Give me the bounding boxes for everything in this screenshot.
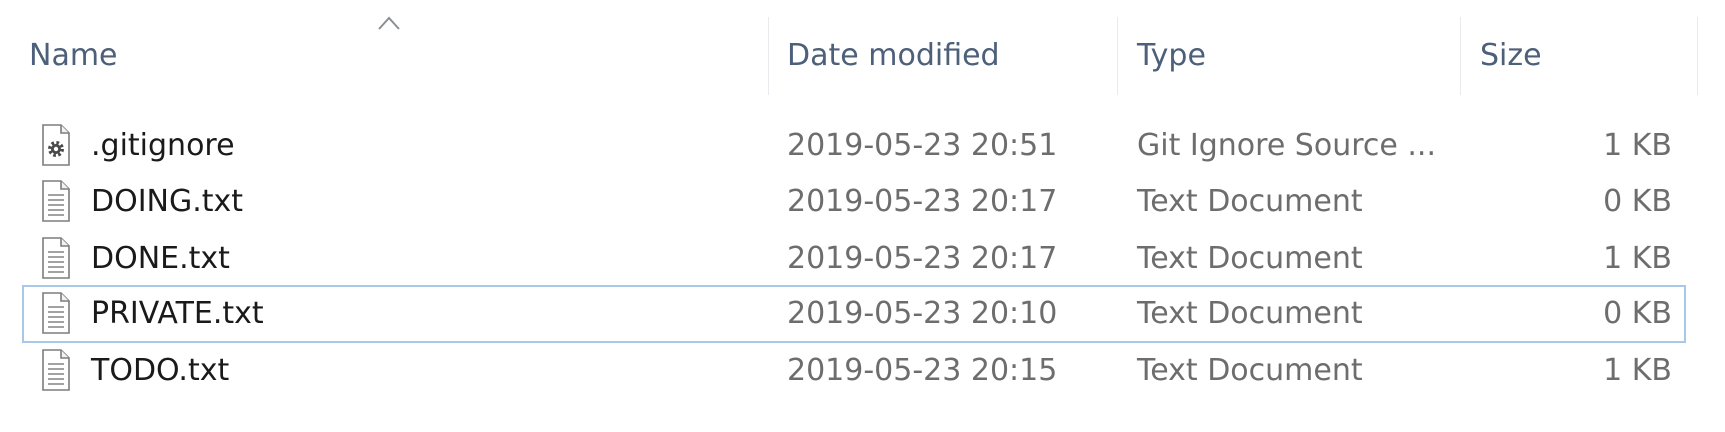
column-header-date-modified[interactable]: Date modified xyxy=(787,17,1117,95)
column-header-type-label: Type xyxy=(1137,38,1206,73)
column-header-name[interactable]: Name xyxy=(29,17,764,95)
file-name: DOING.txt xyxy=(91,184,244,219)
file-name: .gitignore xyxy=(91,128,235,163)
text-file-icon xyxy=(42,180,70,222)
column-divider[interactable] xyxy=(1460,17,1461,95)
column-header-size-label: Size xyxy=(1480,38,1542,73)
column-header-name-label: Name xyxy=(29,38,118,73)
file-date-modified: 2019-05-23 20:17 xyxy=(787,184,1058,219)
file-row-private[interactable]: PRIVATE.txt 2019-05-23 20:10 Text Docume… xyxy=(22,285,1686,343)
file-date-modified: 2019-05-23 20:51 xyxy=(787,128,1058,163)
column-divider[interactable] xyxy=(1117,17,1118,95)
file-type: Text Document xyxy=(1137,353,1363,388)
file-size: 0 KB xyxy=(1603,296,1672,331)
file-row-gitignore[interactable]: .gitignore 2019-05-23 20:51 Git Ignore S… xyxy=(22,117,1686,175)
file-date-modified: 2019-05-23 20:17 xyxy=(787,241,1058,276)
file-row-done[interactable]: DONE.txt 2019-05-23 20:17 Text Document … xyxy=(22,230,1686,288)
file-explorer-details-view: Name Date modified Type Size .gitignore … xyxy=(0,0,1725,432)
file-name: TODO.txt xyxy=(91,353,230,388)
file-name: PRIVATE.txt xyxy=(91,296,264,331)
column-divider[interactable] xyxy=(768,17,769,95)
file-name: DONE.txt xyxy=(91,241,230,276)
file-size: 0 KB xyxy=(1603,184,1672,219)
text-file-icon xyxy=(42,237,70,279)
file-row-doing[interactable]: DOING.txt 2019-05-23 20:17 Text Document… xyxy=(22,173,1686,231)
text-file-icon xyxy=(42,349,70,391)
column-header-bar: Name Date modified Type Size xyxy=(0,0,1725,96)
file-type: Text Document xyxy=(1137,184,1363,219)
file-date-modified: 2019-05-23 20:15 xyxy=(787,353,1058,388)
file-date-modified: 2019-05-23 20:10 xyxy=(787,296,1058,331)
file-type: Git Ignore Source ... xyxy=(1137,128,1436,163)
text-file-icon xyxy=(42,292,70,334)
file-type: Text Document xyxy=(1137,241,1363,276)
file-size: 1 KB xyxy=(1603,353,1672,388)
file-size: 1 KB xyxy=(1603,128,1672,163)
column-header-size[interactable]: Size xyxy=(1480,17,1690,95)
file-size: 1 KB xyxy=(1603,241,1672,276)
file-type: Text Document xyxy=(1137,296,1363,331)
column-divider[interactable] xyxy=(1697,17,1698,95)
column-header-type[interactable]: Type xyxy=(1137,17,1457,95)
file-row-todo[interactable]: TODO.txt 2019-05-23 20:15 Text Document … xyxy=(22,342,1686,400)
settings-file-icon xyxy=(42,124,70,166)
column-header-date-modified-label: Date modified xyxy=(787,38,1000,73)
